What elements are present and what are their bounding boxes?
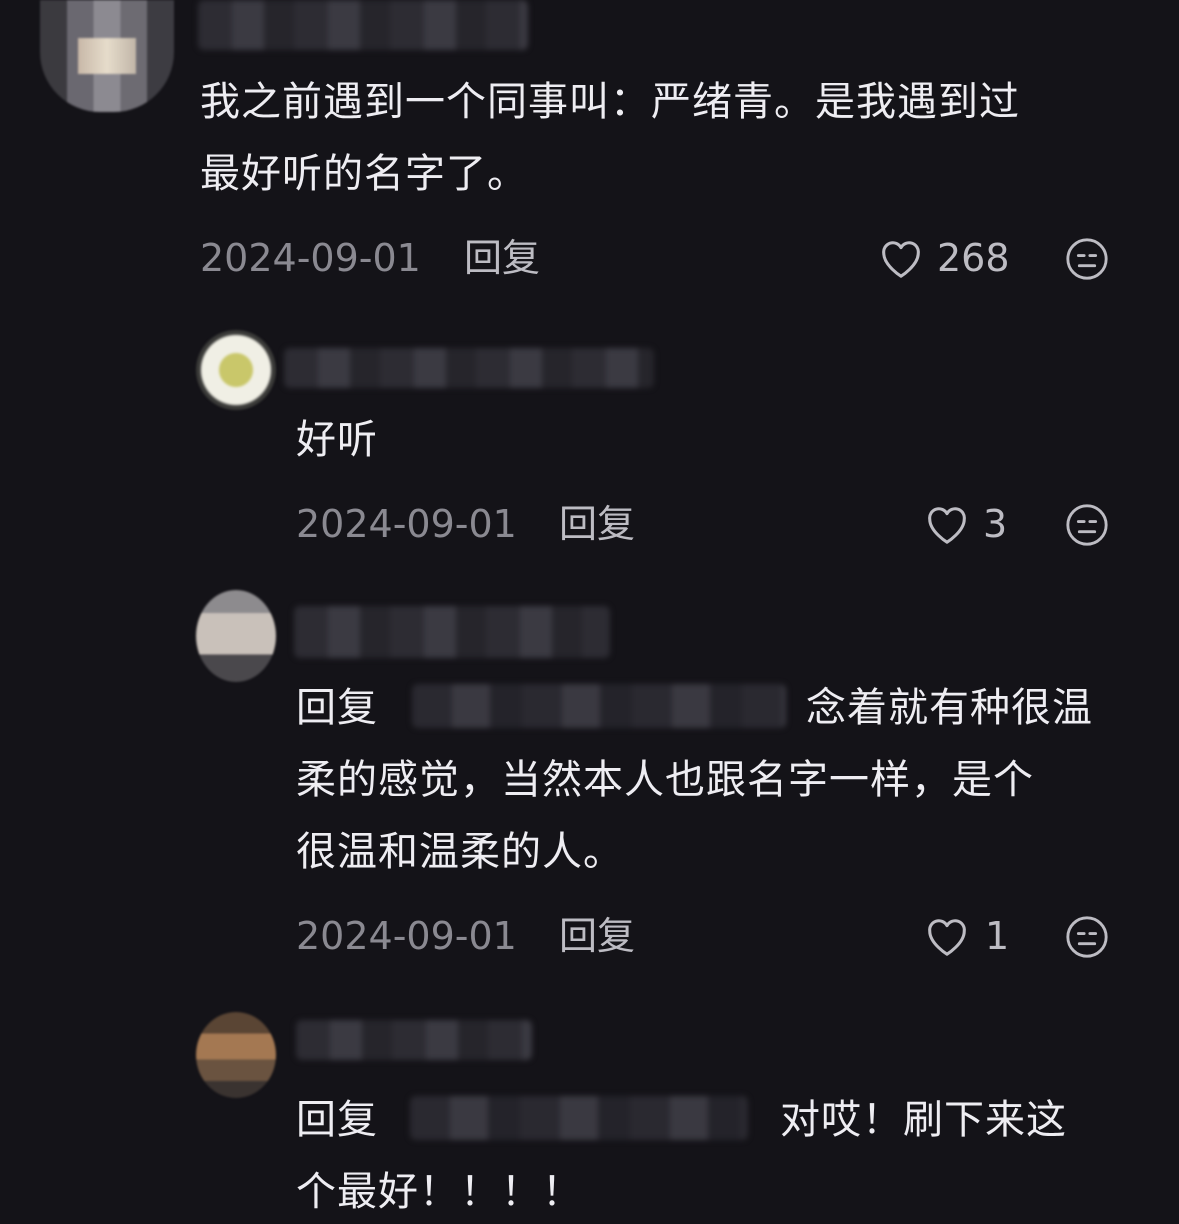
reply-button[interactable]: 回复 <box>464 234 540 282</box>
heart-outline-icon[interactable] <box>878 236 924 280</box>
comment-text: 最好听的名字了。 <box>200 151 528 197</box>
reply-prefix: 回复 <box>296 1097 378 1143</box>
comment-date: 2024-09-01 <box>200 236 421 280</box>
meh-face-icon[interactable] <box>1064 914 1110 960</box>
comment-text: 我之前遇到一个同事叫：严绪青。是我遇到过 <box>200 79 1020 125</box>
like-count: 268 <box>937 236 1010 280</box>
meh-face-icon[interactable] <box>1064 236 1110 282</box>
meh-face-icon[interactable] <box>1064 502 1110 548</box>
username-blurred[interactable] <box>296 1020 532 1060</box>
mentioned-user-blurred[interactable] <box>410 1096 748 1140</box>
reply-prefix: 回复 <box>296 685 378 731</box>
comment-date: 2024-09-01 <box>296 502 517 546</box>
comment-text: 柔的感觉，当然本人也跟名字一样，是个 <box>296 757 1034 803</box>
comment-text: 个最好！！！！ <box>296 1169 583 1215</box>
username-blurred[interactable] <box>284 348 654 388</box>
comment-text: 念着就有种很温 <box>806 685 1093 731</box>
like-count: 1 <box>985 914 1010 958</box>
like-count: 3 <box>983 502 1008 546</box>
avatar[interactable] <box>40 0 174 112</box>
reply-button[interactable]: 回复 <box>559 500 635 548</box>
avatar[interactable] <box>196 1012 276 1098</box>
heart-outline-icon[interactable] <box>924 914 970 958</box>
avatar[interactable] <box>196 330 276 410</box>
comment-date: 2024-09-01 <box>296 914 517 958</box>
reply-button[interactable]: 回复 <box>559 912 635 960</box>
comment-text: 好听 <box>296 417 378 463</box>
username-blurred[interactable] <box>294 606 610 658</box>
mentioned-user-blurred[interactable] <box>412 684 786 728</box>
avatar[interactable] <box>196 590 276 682</box>
heart-outline-icon[interactable] <box>924 502 970 546</box>
comment-text: 很温和温柔的人。 <box>296 829 624 875</box>
username-blurred[interactable] <box>198 0 528 50</box>
comment-text: 对哎！刷下来这 <box>780 1097 1067 1143</box>
